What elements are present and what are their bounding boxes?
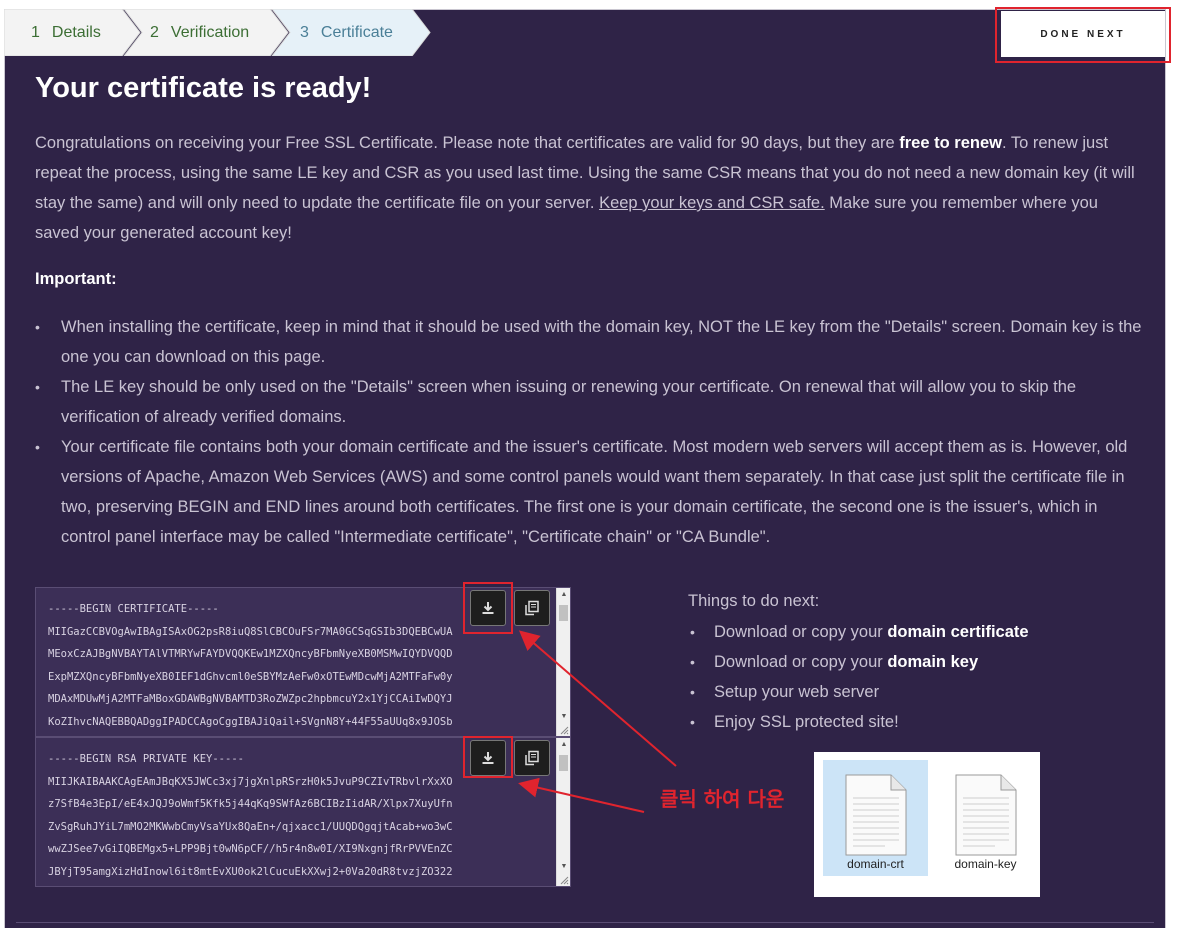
next-item-bold: domain certificate	[887, 623, 1029, 641]
next-item-bold: domain key	[887, 653, 979, 671]
list-item: Enjoy SSL protected site!	[688, 707, 1029, 737]
copy-certificate-button[interactable]	[514, 590, 550, 626]
scroll-thumb[interactable]	[559, 605, 568, 621]
step-details[interactable]: 1 Details	[31, 9, 101, 56]
resize-handle-icon[interactable]	[559, 875, 569, 885]
copy-icon	[525, 750, 539, 766]
done-next-button[interactable]: DONE NEXT	[1001, 11, 1165, 57]
list-item: Setup your web server	[688, 677, 1029, 707]
next-item-text: Enjoy SSL protected site!	[714, 713, 899, 731]
certificate-text: -----BEGIN CERTIFICATE----- MIIGazCCBVOg…	[48, 603, 453, 728]
intro-bold: free to renew	[899, 134, 1002, 152]
list-item: When installing the certificate, keep in…	[35, 312, 1145, 372]
scroll-down-arrow-icon[interactable]: ▼	[557, 860, 570, 874]
download-key-button[interactable]	[470, 740, 506, 776]
next-steps-list: Download or copy your domain certificate…	[688, 617, 1029, 737]
scroll-up-arrow-icon[interactable]: ▲	[557, 588, 570, 602]
keep-keys-safe-link[interactable]: Keep your keys and CSR safe.	[599, 194, 825, 212]
file-name: domain-crt	[847, 857, 904, 871]
divider	[16, 922, 1154, 923]
download-certificate-button[interactable]	[470, 590, 506, 626]
document-file-icon	[845, 774, 907, 856]
list-item: The LE key should be only used on the "D…	[35, 372, 1145, 432]
step-label: Verification	[170, 23, 250, 41]
intro-text: Congratulations on receiving your Free S…	[35, 128, 1145, 248]
scrollbar[interactable]: ▲ ▼	[556, 738, 570, 886]
page-title: Your certificate is ready!	[35, 72, 372, 104]
list-item: Download or copy your domain key	[688, 647, 1029, 677]
resize-handle-icon[interactable]	[559, 725, 569, 735]
list-item: Your certificate file contains both your…	[35, 432, 1145, 552]
important-list: When installing the certificate, keep in…	[35, 312, 1145, 552]
important-heading: Important:	[35, 270, 117, 288]
step-number: 3	[300, 23, 309, 41]
download-icon	[482, 752, 494, 764]
copy-icon	[525, 600, 539, 616]
list-item: Download or copy your domain certificate	[688, 617, 1029, 647]
annotation-label: 클릭 하여 다운	[660, 787, 785, 811]
step-label: Details	[51, 23, 101, 41]
download-icon	[482, 602, 494, 614]
document-file-icon	[955, 774, 1017, 856]
stepper: 1 Details 2 Verification 3 Certificate	[4, 9, 434, 56]
copy-key-button[interactable]	[514, 740, 550, 776]
file-domain-key[interactable]: domain-key	[933, 760, 1038, 876]
intro-part-1: Congratulations on receiving your Free S…	[35, 134, 900, 152]
private-key-text: -----BEGIN RSA PRIVATE KEY----- MIIJKAIB…	[48, 753, 453, 878]
downloaded-files-panel: domain-crt domain-key	[814, 752, 1040, 897]
step-certificate[interactable]: 3 Certificate	[300, 9, 393, 56]
scroll-thumb[interactable]	[559, 755, 568, 771]
step-number: 2	[150, 23, 159, 41]
step-number: 1	[31, 23, 40, 41]
next-steps-title: Things to do next:	[688, 592, 820, 610]
next-item-text: Setup your web server	[714, 683, 880, 701]
step-verification[interactable]: 2 Verification	[150, 9, 249, 56]
scrollbar[interactable]: ▲ ▼	[556, 588, 570, 736]
step-label: Certificate	[320, 23, 393, 41]
scroll-up-arrow-icon[interactable]: ▲	[557, 738, 570, 752]
file-name: domain-key	[954, 857, 1017, 871]
file-domain-crt[interactable]: domain-crt	[823, 760, 928, 876]
next-item-text: Download or copy your	[714, 653, 888, 671]
next-item-text: Download or copy your	[714, 623, 888, 641]
scroll-down-arrow-icon[interactable]: ▼	[557, 710, 570, 724]
